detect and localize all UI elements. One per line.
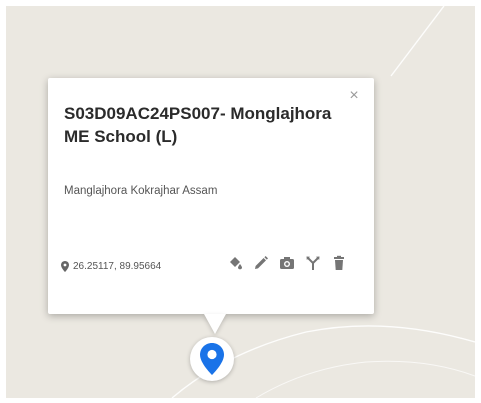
coordinates-row: 26.25117, 89.95664	[61, 261, 161, 272]
style-button[interactable]	[226, 254, 244, 272]
action-toolbar	[226, 254, 348, 272]
trash-icon	[334, 255, 344, 270]
coordinates-text: 26.25117, 89.95664	[73, 261, 162, 272]
location-pin-icon	[61, 261, 69, 272]
info-window-pointer	[204, 314, 226, 334]
directions-button[interactable]	[304, 254, 322, 272]
fill-color-icon	[230, 257, 242, 270]
pencil-icon	[255, 256, 268, 269]
place-address: Manglajhora Kokrajhar Assam	[64, 185, 218, 197]
map-view[interactable]: × S03D09AC24PS007- Monglajhora ME School…	[6, 6, 475, 398]
add-photo-button[interactable]	[278, 254, 296, 272]
place-title: S03D09AC24PS007- Monglajhora ME School (…	[64, 104, 332, 146]
camera-icon	[280, 257, 294, 269]
close-button[interactable]: ×	[346, 88, 362, 104]
edit-button[interactable]	[252, 254, 270, 272]
info-window: × S03D09AC24PS007- Monglajhora ME School…	[48, 78, 374, 314]
route-fork-icon	[306, 256, 320, 270]
map-marker-icon[interactable]	[199, 342, 225, 376]
delete-button[interactable]	[330, 254, 348, 272]
